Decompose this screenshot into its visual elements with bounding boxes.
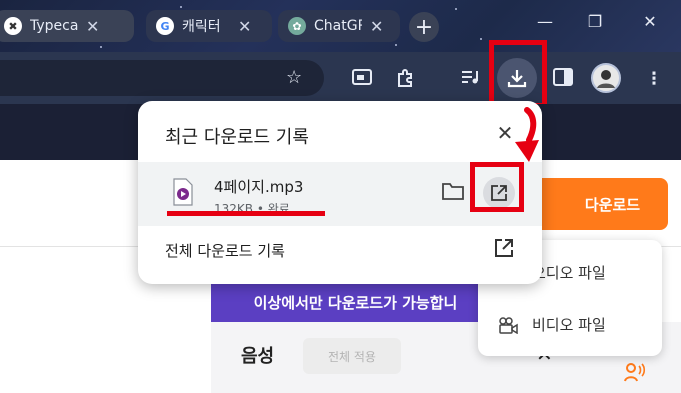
chatgpt-icon: ✿	[288, 17, 306, 35]
background-star	[480, 38, 482, 40]
all-downloads-link[interactable]: 전체 다운로드 기록	[165, 240, 285, 261]
audio-file-icon	[173, 178, 193, 206]
open-external-icon[interactable]	[493, 237, 515, 259]
apply-all-button[interactable]: 전체 적용	[303, 338, 401, 374]
side-panel-icon[interactable]	[552, 68, 574, 90]
tab-chatgpt[interactable]: ✿ ChatGPT ✕	[278, 10, 400, 42]
google-icon: G	[156, 17, 174, 35]
address-bar[interactable]: ☆	[0, 60, 324, 96]
browser-toolbar: ☆ ⋮	[0, 52, 681, 104]
tab-close-icon[interactable]: ✕	[370, 17, 383, 36]
close-window-button[interactable]: ✕	[630, 12, 670, 31]
tab-title: ChatGPT	[314, 18, 362, 34]
listen-icon[interactable]	[624, 362, 646, 386]
background-star	[100, 46, 102, 48]
tab-close-icon[interactable]: ✕	[86, 17, 99, 36]
annotation-box-download	[489, 40, 547, 108]
picture-in-picture-icon[interactable]	[351, 68, 373, 90]
folder-icon[interactable]	[441, 180, 465, 202]
annotation-underline	[167, 211, 325, 216]
annotation-arrow-icon	[515, 107, 539, 162]
maximize-button[interactable]: ❐	[575, 12, 615, 31]
file-name: 4페이지.mp3	[214, 178, 304, 196]
bookmark-star-icon[interactable]: ☆	[286, 67, 302, 88]
profile-avatar[interactable]	[591, 63, 621, 93]
tab-title: Typecast	[30, 18, 78, 34]
background-star	[455, 8, 457, 10]
tab-typecast[interactable]: ✖ Typecast ✕	[0, 10, 134, 42]
background-star	[180, 6, 182, 8]
menu-kebab-icon[interactable]: ⋮	[643, 68, 665, 90]
bubble-title: 최근 다운로드 기록	[165, 127, 309, 148]
minimize-button[interactable]: —	[525, 12, 565, 31]
tab-close-icon[interactable]: ✕	[238, 17, 251, 36]
download-notice-banner: 이상에서만 다운로드가 가능합니	[211, 282, 500, 322]
menu-item-label: 오디오 파일	[532, 264, 606, 282]
background-star	[395, 44, 397, 46]
tab-strip: ✖ Typecast ✕ G 캐릭터 ✕ ✿ ChatGPT ✕ + — ❐ ✕	[0, 0, 681, 52]
menu-item-video[interactable]: 비디오 파일	[498, 314, 606, 335]
extensions-icon[interactable]	[394, 68, 416, 90]
voice-label: 음성	[241, 346, 275, 367]
new-tab-button[interactable]: +	[409, 12, 439, 42]
tab-google[interactable]: G 캐릭터 ✕	[146, 10, 272, 42]
video-file-icon	[498, 316, 520, 334]
typecast-icon: ✖	[4, 17, 22, 35]
menu-item-label: 비디오 파일	[532, 316, 606, 334]
media-controls-icon[interactable]	[460, 68, 482, 90]
tab-title: 캐릭터	[182, 19, 221, 35]
